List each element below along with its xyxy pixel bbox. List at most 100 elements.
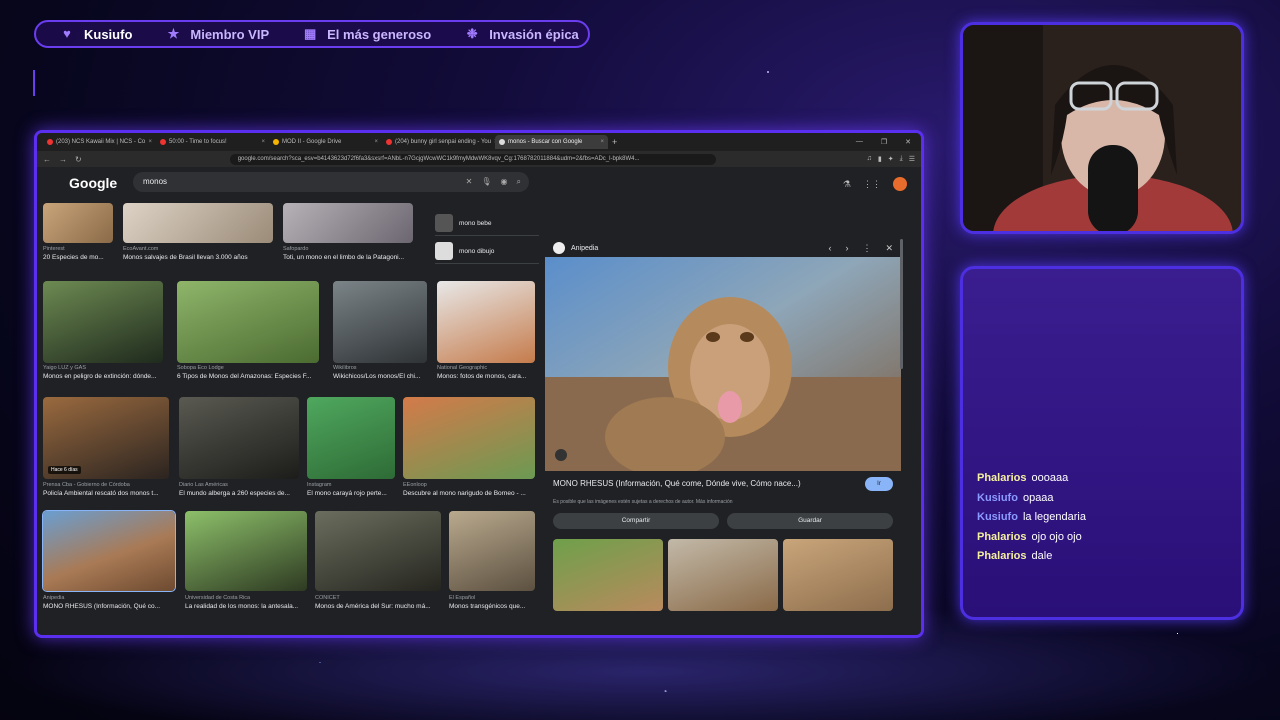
microphone-icon[interactable]: 🎙 [481,172,491,192]
image-result[interactable] [449,511,535,591]
image-result[interactable] [307,397,395,479]
image-result[interactable] [123,203,273,243]
search-input[interactable]: monos ✕ 🎙 ◉ ⌕ [133,172,529,192]
sidebar-icon[interactable]: ▮ [878,155,882,163]
result-title[interactable]: El mono carayá rojo perte... [307,490,395,497]
related-search-item[interactable]: mono dibujo [435,239,539,264]
result-title[interactable]: Policía Ambiental rescató dos monos t... [43,490,169,497]
clear-icon[interactable]: ✕ [466,172,473,192]
image-result[interactable] [283,203,413,243]
previous-icon[interactable]: ‹ [828,243,831,254]
close-icon[interactable]: × [600,139,604,145]
related-image[interactable] [553,539,663,611]
related-search-label: mono bebe [459,219,492,227]
image-result[interactable] [333,281,427,363]
tab-focus[interactable]: 50:00 - Time to focus! × [156,135,269,149]
back-button[interactable]: ← [43,155,51,164]
close-icon[interactable]: × [148,139,152,145]
image-result[interactable] [177,281,319,363]
image-result[interactable] [185,511,307,591]
result-title[interactable]: Monos salvajes de Brasil llevan 3.000 añ… [123,254,273,261]
result-title[interactable]: Monos transgénicos que... [449,603,535,610]
tab-google-search[interactable]: monos - Buscar con Google × [495,135,608,149]
related-image[interactable] [783,539,893,611]
result-title[interactable]: MONO RHESUS (Información, Qué co... [43,603,175,610]
chat-text: opaaa [1022,491,1054,504]
drive-icon [273,139,279,145]
preview-title[interactable]: MONO RHESUS (Información, Qué come, Dónd… [553,479,801,488]
chat-box: Phalarios oooaaa Kusiufo opaaa Kusiufo la l… [960,266,1244,620]
image-result[interactable] [179,397,299,479]
tab-youtube[interactable]: (204) bunny girl senpai ending - You× [382,135,495,149]
tab-label: 50:00 - Time to focus! [169,139,227,145]
close-window-button[interactable]: ✕ [905,138,911,146]
tab-label: monos - Buscar con Google [508,139,583,145]
result-source: El Español [449,595,476,601]
related-search-item[interactable]: mono bebe [435,211,539,236]
save-button[interactable]: Guardar [727,513,893,529]
result-source: Wikilibros [333,365,357,371]
google-logo[interactable]: Google [69,175,117,191]
alert-label: Kusiufo [84,26,133,42]
tab-ncs[interactable]: (203) NCS Kawaii Mix | NCS - Co × [43,135,156,149]
close-icon[interactable]: × [374,139,378,145]
image-result[interactable]: Hace 6 días [43,397,169,479]
result-title[interactable]: El mundo alberga a 260 especies de... [179,490,299,497]
share-button[interactable]: Compartir [553,513,719,529]
result-source: Sobopa Eco Lodge [177,365,224,371]
url-field[interactable]: google.com/search?sca_esv=b4143623d72f6f… [229,153,716,165]
music-icon[interactable]: ♫ [867,155,872,163]
menu-icon[interactable]: ☰ [909,155,915,163]
labs-icon[interactable]: ⚗ [843,179,851,190]
close-icon[interactable]: × [261,139,265,145]
scrollbar[interactable] [900,239,903,369]
result-source: Prensa Cba - Gobierno de Córdoba [43,482,130,488]
preview-source[interactable]: Anipedia [571,245,598,252]
result-title[interactable]: Toti, un mono en el limbo de la Patagoni… [283,254,413,261]
save-label: Guardar [798,517,822,524]
result-title[interactable]: Monos de América del Sur: mucho má... [315,603,441,610]
result-source: Pinterest [43,246,65,252]
search-icon[interactable]: ⌕ [517,172,521,192]
result-title[interactable]: Monos: fotos de monos, cara... [437,373,535,380]
image-result-selected[interactable] [42,510,176,592]
new-tab-button[interactable]: + [612,137,617,147]
image-result[interactable] [403,397,535,479]
lens-icon[interactable]: ◉ [501,172,508,192]
visit-button[interactable]: Ir [865,477,893,491]
preview-image[interactable] [545,257,901,471]
forward-button[interactable]: → [59,155,67,164]
result-title[interactable]: La realidad de los monos: la antesala... [185,603,307,610]
image-result[interactable] [43,281,163,363]
result-title[interactable]: 6 Tipos de Monos del Amazonas: Especies … [177,373,319,380]
extensions-icon[interactable]: ✦ [888,155,894,163]
result-title[interactable]: Monos en peligro de extinción: dónde... [43,373,163,380]
result-source: EEonloop [403,482,427,488]
tab-drive[interactable]: MOD II - Google Drive × [269,135,382,149]
minimize-button[interactable]: — [856,138,863,146]
window-controls: — ❐ ✕ [856,138,921,146]
image-result[interactable] [43,203,113,243]
alert-raid: ❉ Invasión épica [465,27,579,42]
more-options-icon[interactable]: ⋮ [862,243,871,254]
chat-message: Kusiufo la legendaria [977,508,1086,528]
downloads-icon[interactable]: ⤓ [900,155,903,163]
chat-username: Phalarios [977,472,1027,484]
close-icon[interactable]: ✕ [885,243,893,254]
result-title[interactable]: Wikichicos/Los monos/El chi... [333,373,427,380]
image-result[interactable] [437,281,535,363]
search-query: monos [143,177,168,186]
result-title[interactable]: 20 Especies de mo... [43,254,113,261]
next-icon[interactable]: › [845,243,848,254]
image-result[interactable] [315,511,441,591]
result-source: CONICET [315,595,340,601]
apps-icon[interactable]: ⋮⋮ [863,179,881,190]
google-results-page: Google monos ✕ 🎙 ◉ ⌕ ⚗ ⋮⋮ Pinterest 20 E… [37,167,921,635]
related-image[interactable] [668,539,778,611]
avatar[interactable] [893,177,907,191]
result-source: Yaigo LUZ y GAS [43,365,86,371]
maximize-button[interactable]: ❐ [881,138,887,146]
address-bar-row: ← → ↻ google.com/search?sca_esv=b4143623… [37,151,921,167]
reload-button[interactable]: ↻ [75,155,82,164]
result-title[interactable]: Descubre al mono narigudo de Borneo - ..… [403,490,535,497]
